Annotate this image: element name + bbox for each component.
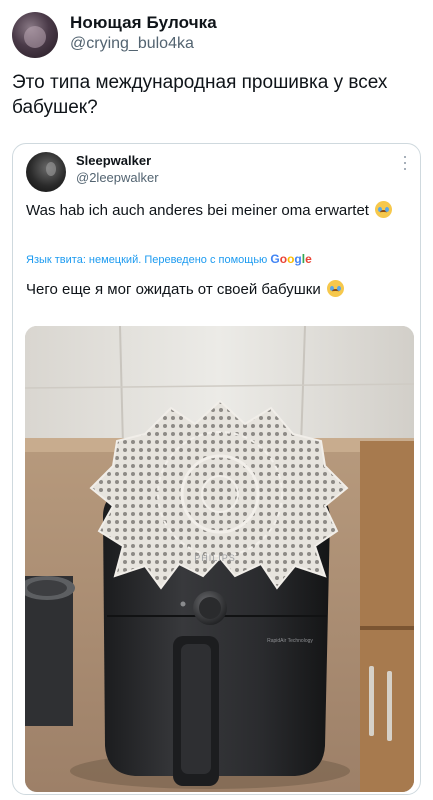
quoted-original-text: Was hab ich auch anderes bei meiner oma … [26,201,406,221]
quoted-translated-text: Чего еще я мог ожидать от своей бабушки [26,280,406,300]
tweet-header: Ноющая Булочка @crying_bulo4ka [12,12,421,60]
quoted-tweet[interactable]: Sleepwalker @2leepwalker Was hab ich auc… [12,143,421,795]
loudly-crying-face-icon [375,201,393,218]
translation-note: Язык твита: немецкий. Переведено с помощ… [26,252,312,266]
tweet-photo[interactable]: PHILIPS RapidAir Technology [25,326,414,792]
original-text: Was hab ich auch anderes bei meiner oma … [26,202,369,219]
google-logo: Google [270,252,312,266]
translation-note-text: Язык твита: немецкий. Переведено с помощ… [26,254,268,266]
loudly-crying-face-icon [326,280,344,297]
tweet-text: Это типа международная прошивка у всех б… [12,72,388,118]
brand-label: PHILIPS [194,553,236,563]
air-fryer-photo: PHILIPS RapidAir Technology [25,326,414,792]
quoted-display-name[interactable]: Sleepwalker [76,153,151,168]
quoted-avatar[interactable] [26,152,66,192]
avatar[interactable] [12,12,58,58]
user-handle[interactable]: @crying_bulo4ka [70,35,194,53]
quoted-user-handle[interactable]: @2leepwalker [76,170,159,185]
translated-text: Чего еще я мог ожидать от своей бабушки [26,281,321,298]
small-label: RapidAir Technology [267,638,313,644]
more-options-icon[interactable] [402,156,408,170]
display-name[interactable]: Ноющая Булочка [70,13,217,33]
